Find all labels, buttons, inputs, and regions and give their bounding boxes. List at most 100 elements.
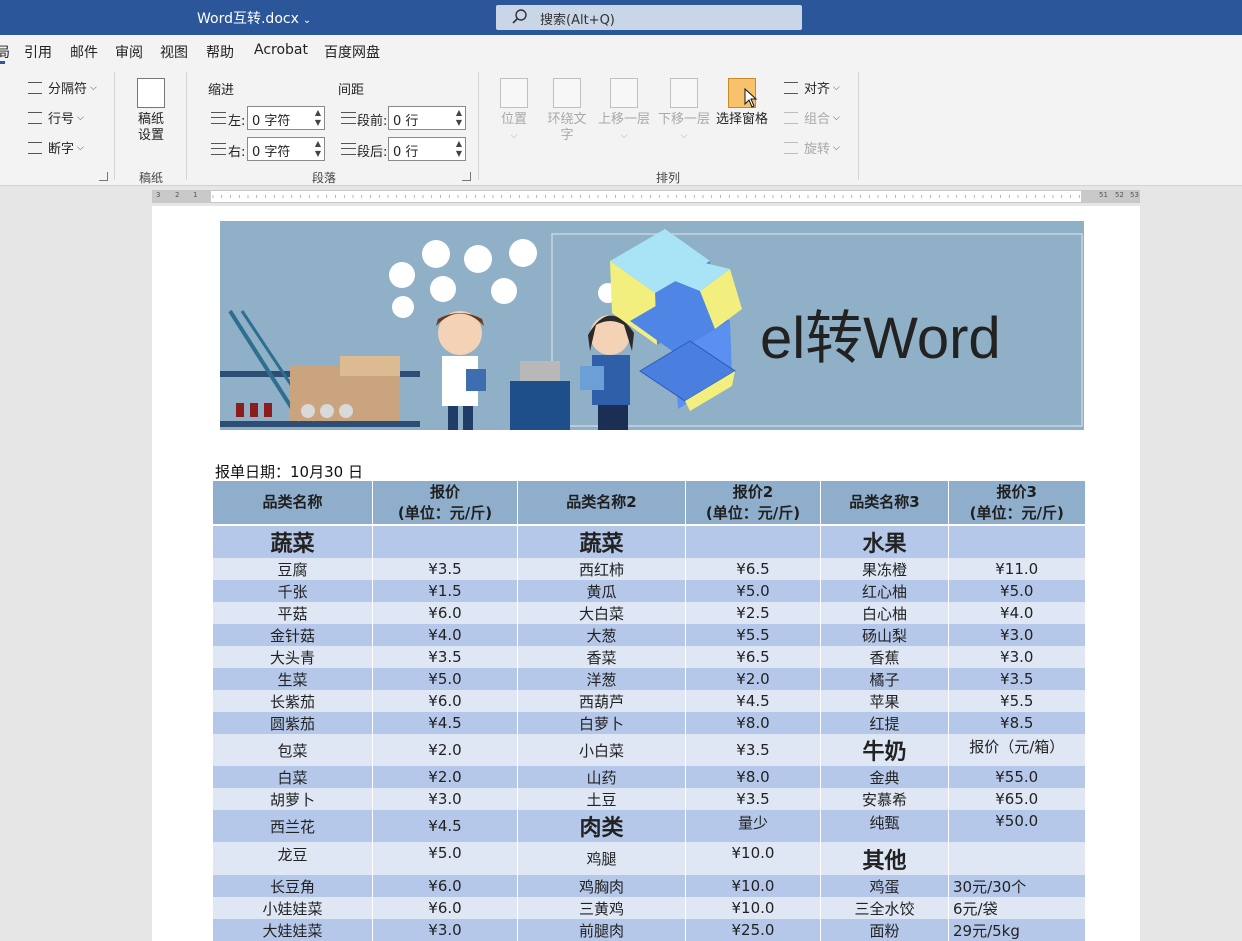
table-cell[interactable]: 白心柚 (820, 602, 949, 624)
tab-mailings[interactable]: 邮件 (70, 42, 98, 62)
table-cell[interactable]: ¥5.5 (948, 690, 1085, 712)
tab-layout[interactable]: 局 (0, 42, 10, 62)
table-cell[interactable]: ¥10.0 (685, 842, 821, 875)
selection-pane-button[interactable]: 选择窗格 (714, 78, 770, 128)
table-cell[interactable]: 蔬菜 (517, 525, 686, 558)
table-cell[interactable]: 土豆 (517, 788, 686, 810)
spin-up-icon[interactable]: ▲ (315, 140, 321, 148)
table-cell[interactable]: ¥1.5 (372, 580, 518, 602)
spacing-after-input[interactable]: 0 行 ▲ ▼ (388, 137, 466, 161)
table-cell[interactable]: 蔬菜 (212, 525, 373, 558)
table-cell[interactable]: 面粉 (820, 919, 949, 941)
table-cell[interactable]: 小白菜 (517, 734, 686, 766)
table-cell[interactable]: 鸡蛋 (820, 875, 949, 897)
spin-up-icon[interactable]: ▲ (456, 140, 462, 148)
table-cell[interactable]: 香菜 (517, 646, 686, 668)
table-cell[interactable]: 千张 (212, 580, 373, 602)
table-cell[interactable]: ¥50.0 (948, 810, 1085, 842)
table-cell[interactable]: ¥4.5 (372, 712, 518, 734)
table-cell[interactable]: 果冻橙 (820, 558, 949, 580)
spin-up-icon[interactable]: ▲ (456, 109, 462, 117)
table-cell[interactable]: 金典 (820, 766, 949, 788)
table-cell[interactable]: ¥55.0 (948, 766, 1085, 788)
table-cell[interactable]: 胡萝卜 (212, 788, 373, 810)
table-cell[interactable]: 白菜 (212, 766, 373, 788)
table-cell[interactable]: 生菜 (212, 668, 373, 690)
breaks-button[interactable]: 分隔符 ⌵ (28, 78, 97, 97)
spin-down-icon[interactable]: ▼ (315, 150, 321, 158)
table-cell[interactable]: 小娃娃菜 (212, 897, 373, 919)
hyphenation-button[interactable]: 断字 ⌵ (28, 138, 84, 157)
table-cell[interactable]: ¥8.5 (948, 712, 1085, 734)
table-cell[interactable]: ¥4.0 (372, 624, 518, 646)
line-numbers-button[interactable]: 行号 ⌵ (28, 108, 84, 127)
table-cell[interactable]: 纯甄 (820, 810, 949, 842)
table-cell[interactable]: ¥3.5 (685, 734, 821, 766)
tab-baidu-netdisk[interactable]: 百度网盘 (324, 42, 380, 62)
wrap-text-button[interactable]: 环绕文 字 (545, 78, 589, 144)
table-cell[interactable]: ¥3.5 (685, 788, 821, 810)
table-cell[interactable]: 大娃娃菜 (212, 919, 373, 941)
table-cell[interactable]: ¥25.0 (685, 919, 821, 941)
table-cell[interactable]: ¥4.5 (685, 690, 821, 712)
table-cell[interactable]: ¥3.5 (948, 668, 1085, 690)
horizontal-ruler[interactable]: 3 2 1 51 52 53 (152, 190, 1140, 203)
table-cell[interactable]: 龙豆 (212, 842, 373, 875)
table-cell[interactable]: ¥5.0 (372, 668, 518, 690)
tab-view[interactable]: 视图 (160, 42, 188, 62)
table-cell[interactable]: 平菇 (212, 602, 373, 624)
table-cell[interactable]: 牛奶 (820, 734, 949, 766)
bring-forward-button[interactable]: 上移一层 ⌵ (596, 78, 652, 144)
table-cell[interactable]: ¥2.0 (372, 766, 518, 788)
table-cell[interactable]: ¥10.0 (685, 897, 821, 919)
tab-help[interactable]: 帮助 (206, 42, 234, 62)
table-cell[interactable]: 豆腐 (212, 558, 373, 580)
table-cell[interactable]: 山药 (517, 766, 686, 788)
table-cell[interactable]: 洋葱 (517, 668, 686, 690)
table-cell[interactable]: ¥6.0 (372, 875, 518, 897)
group-objects-button[interactable]: 组合 ⌵ (784, 108, 840, 127)
table-cell[interactable]: ¥2.0 (372, 734, 518, 766)
page-setup-launcher-icon[interactable] (99, 172, 108, 181)
table-cell[interactable]: 橘子 (820, 668, 949, 690)
table-cell[interactable]: 大葱 (517, 624, 686, 646)
table-cell[interactable]: 白萝卜 (517, 712, 686, 734)
indent-left-input[interactable]: 0 字符 ▲ ▼ (247, 106, 325, 130)
position-button[interactable]: 位置 ⌵ (495, 78, 533, 144)
document-title-menu[interactable]: Word互转.docx ⌄ (197, 8, 311, 28)
table-cell[interactable]: 大头青 (212, 646, 373, 668)
table-cell[interactable] (948, 842, 1085, 875)
table-cell[interactable]: 西葫芦 (517, 690, 686, 712)
table-cell[interactable]: ¥2.5 (685, 602, 821, 624)
table-cell[interactable]: ¥10.0 (685, 875, 821, 897)
table-cell[interactable]: ¥3.0 (948, 646, 1085, 668)
table-cell[interactable]: 长紫茄 (212, 690, 373, 712)
tab-acrobat[interactable]: Acrobat (254, 42, 308, 58)
spin-down-icon[interactable]: ▼ (315, 119, 321, 127)
table-cell[interactable]: ¥6.0 (372, 602, 518, 624)
table-cell[interactable]: 包菜 (212, 734, 373, 766)
indent-right-input[interactable]: 0 字符 ▲ ▼ (247, 137, 325, 161)
document-page[interactable]: el转Word 报单日期：10月30 日 品类名称 报价 (单位：元/斤) 品类名… (152, 206, 1140, 941)
table-cell[interactable]: 三黄鸡 (517, 897, 686, 919)
table-cell[interactable]: ¥3.0 (372, 919, 518, 941)
table-cell[interactable] (948, 525, 1085, 558)
table-cell[interactable]: 西兰花 (212, 810, 373, 842)
table-cell[interactable]: 6元/袋 (948, 897, 1085, 919)
table-cell[interactable]: 黄瓜 (517, 580, 686, 602)
table-cell[interactable]: ¥5.0 (372, 842, 518, 875)
table-cell[interactable]: ¥11.0 (948, 558, 1085, 580)
banner-image[interactable]: el转Word (220, 221, 1084, 430)
table-cell[interactable]: ¥2.0 (685, 668, 821, 690)
rotate-button[interactable]: 旋转 ⌵ (784, 138, 840, 157)
table-cell[interactable]: ¥4.5 (372, 810, 518, 842)
tab-references[interactable]: 引用 (24, 42, 52, 62)
paragraph-launcher-icon[interactable] (462, 172, 471, 181)
spin-down-icon[interactable]: ▼ (456, 119, 462, 127)
table-cell[interactable]: 报价（元/箱） (948, 734, 1085, 766)
manuscript-settings-button[interactable]: 稿纸 设置 (129, 78, 173, 144)
table-cell[interactable]: ¥6.5 (685, 558, 821, 580)
table-cell[interactable]: 其他 (820, 842, 949, 875)
table-cell[interactable]: 前腿肉 (517, 919, 686, 941)
spin-up-icon[interactable]: ▲ (315, 109, 321, 117)
